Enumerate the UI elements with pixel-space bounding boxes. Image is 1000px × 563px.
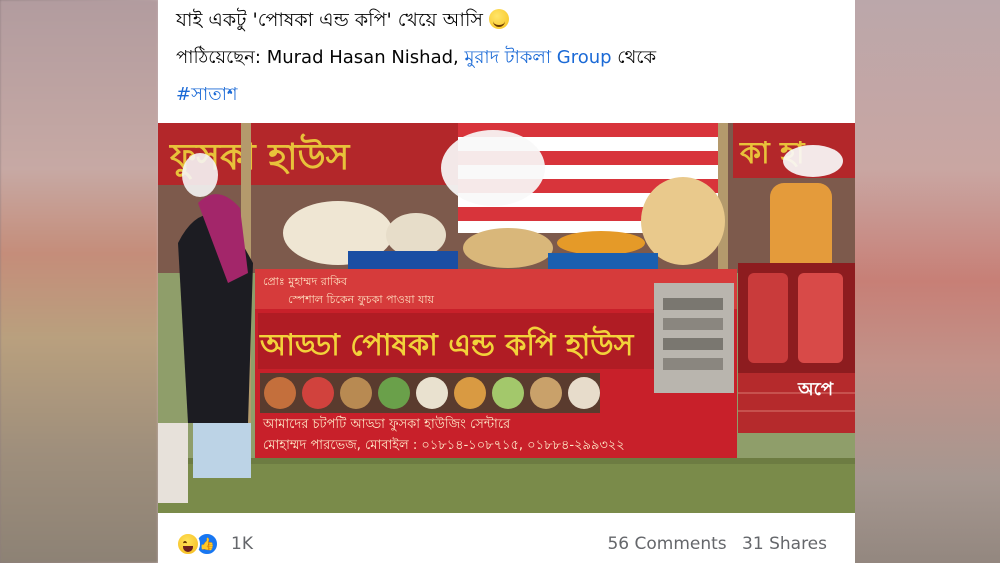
shares-count[interactable]: 31 Shares: [742, 534, 827, 554]
water-bottles: [193, 423, 251, 478]
post-attribution: পাঠিয়েছেন: Murad Hasan Nishad, মুরাদ টা…: [176, 43, 656, 74]
comments-count[interactable]: 56 Comments: [607, 534, 726, 554]
chickpea-tray: [557, 231, 645, 255]
post-photo[interactable]: ফুসকা হাউস কা হা প্রোঃ মুহাম্মদ রাকিব স্…: [158, 123, 855, 513]
post-card: যাই একটু 'পোষকা এন্ড কপি' খেয়ে আসি পাঠি…: [158, 0, 855, 563]
grass-ground: [158, 458, 855, 513]
blurred-background-right: [850, 0, 1000, 563]
puri-bowl: [463, 228, 553, 268]
banner-title: আড্ডা পোষকা এন্ড কপি হাউস: [259, 325, 635, 363]
hashtag-link[interactable]: #সাতাশ: [176, 84, 238, 105]
blurred-background-left: [0, 0, 158, 563]
banner-bottom-line-1: আমাদের চটপটি আড্ডা ফুসকা হাউজিং সেন্টারে: [262, 416, 511, 432]
post-text-line: যাই একটু 'পোষকা এন্ড কপি' খেয়ে আসি: [176, 9, 483, 31]
banner-bottom-line-2: মোহাম্মদ পারভেজ, মোবাইল : ০১৮১৪-১০৮৭১৫, …: [263, 437, 625, 453]
reaction-summary[interactable]: 👍 1K: [176, 530, 253, 558]
smiling-face-emoji-icon: [488, 9, 509, 29]
author-name[interactable]: Murad Hasan Nishad: [267, 47, 453, 68]
separator: ,: [453, 47, 465, 68]
right-banner: অপে: [738, 263, 855, 433]
banner-small-line-1: প্রোঃ মুহাম্মদ রাকিব: [263, 275, 348, 288]
main-banner: প্রোঃ মুহাম্মদ রাকিব স্পেশাল চিকেন ফুচকা…: [255, 269, 737, 459]
post-stats: 56 Comments 31 Shares: [607, 534, 827, 554]
puri-bag-2: [641, 177, 725, 265]
sent-from-suffix: থেকে: [611, 47, 657, 68]
sent-by-label: পাঠিয়েছেন:: [176, 47, 267, 68]
post-text: যাই একটু 'পোষকা এন্ড কপি' খেয়ে আসি: [176, 6, 509, 38]
right-banner-text: অপে: [797, 379, 834, 400]
stall-photo-illustration: ফুসকা হাউস কা হা প্রোঃ মুহাম্মদ রাকিব স্…: [158, 123, 855, 513]
reaction-count: 1K: [231, 534, 253, 554]
hashtag-line: #সাতাশ: [176, 80, 238, 111]
group-link[interactable]: মুরাদ টাকলা Group: [465, 47, 612, 68]
haha-icon: [176, 532, 200, 556]
banner-small-line-2: স্পেশাল চিকেন ফুচকা পাওয়া যায়: [288, 293, 435, 306]
